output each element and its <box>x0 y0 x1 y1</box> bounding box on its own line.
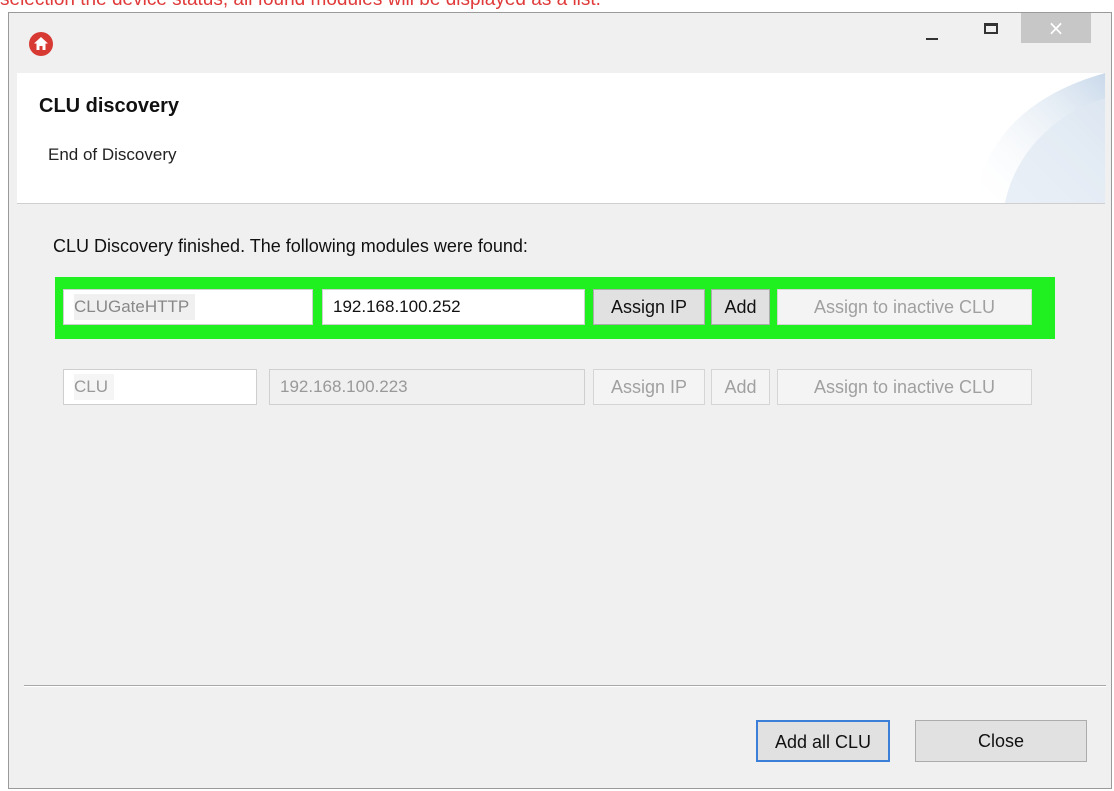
module-name: CLU <box>74 374 115 400</box>
dialog-title: CLU discovery <box>39 95 180 117</box>
minimize-icon[interactable] <box>909 13 954 46</box>
add-button[interactable]: Add <box>711 289 770 325</box>
close-button[interactable]: Close <box>915 720 1087 762</box>
footer-divider <box>24 685 1106 687</box>
maximize-icon[interactable] <box>971 13 1016 46</box>
assign-ip-button[interactable]: Assign IP <box>593 289 705 325</box>
page-caption: selection the device status, all found m… <box>0 0 1114 12</box>
close-icon[interactable]: × <box>1021 13 1091 43</box>
add-button[interactable]: Add <box>711 369 770 405</box>
wizard-header: CLU discovery End of Discovery <box>17 73 1105 204</box>
module-name-field[interactable]: CLUGateHTTP <box>63 289 313 325</box>
assign-ip-button[interactable]: Assign IP <box>593 369 705 405</box>
dialog-subtitle: End of Discovery <box>48 145 177 164</box>
dialog-window: × CLU discovery End of Discovery CLU Dis… <box>8 12 1112 789</box>
home-icon <box>29 32 53 56</box>
module-row: CLU 192.168.100.223 Assign IP Add Assign… <box>55 357 1055 419</box>
assign-to-inactive-clu-button[interactable]: Assign to inactive CLU <box>777 369 1032 405</box>
assign-to-inactive-clu-button[interactable]: Assign to inactive CLU <box>777 289 1032 325</box>
title-bar: × <box>9 13 1111 73</box>
module-name-field[interactable]: CLU <box>63 369 257 405</box>
discovery-status-text: CLU Discovery finished. The following mo… <box>53 236 528 256</box>
module-name: CLUGateHTTP <box>74 294 196 320</box>
caption-text: selection the device status, all found m… <box>0 0 601 11</box>
banner-decoration <box>975 73 1105 203</box>
add-all-clu-button[interactable]: Add all CLU <box>756 720 890 762</box>
ip-address-input[interactable]: 192.168.100.252 <box>322 289 585 325</box>
module-row: CLUGateHTTP 192.168.100.252 Assign IP Ad… <box>55 277 1055 339</box>
ip-address-input[interactable]: 192.168.100.223 <box>269 369 585 405</box>
